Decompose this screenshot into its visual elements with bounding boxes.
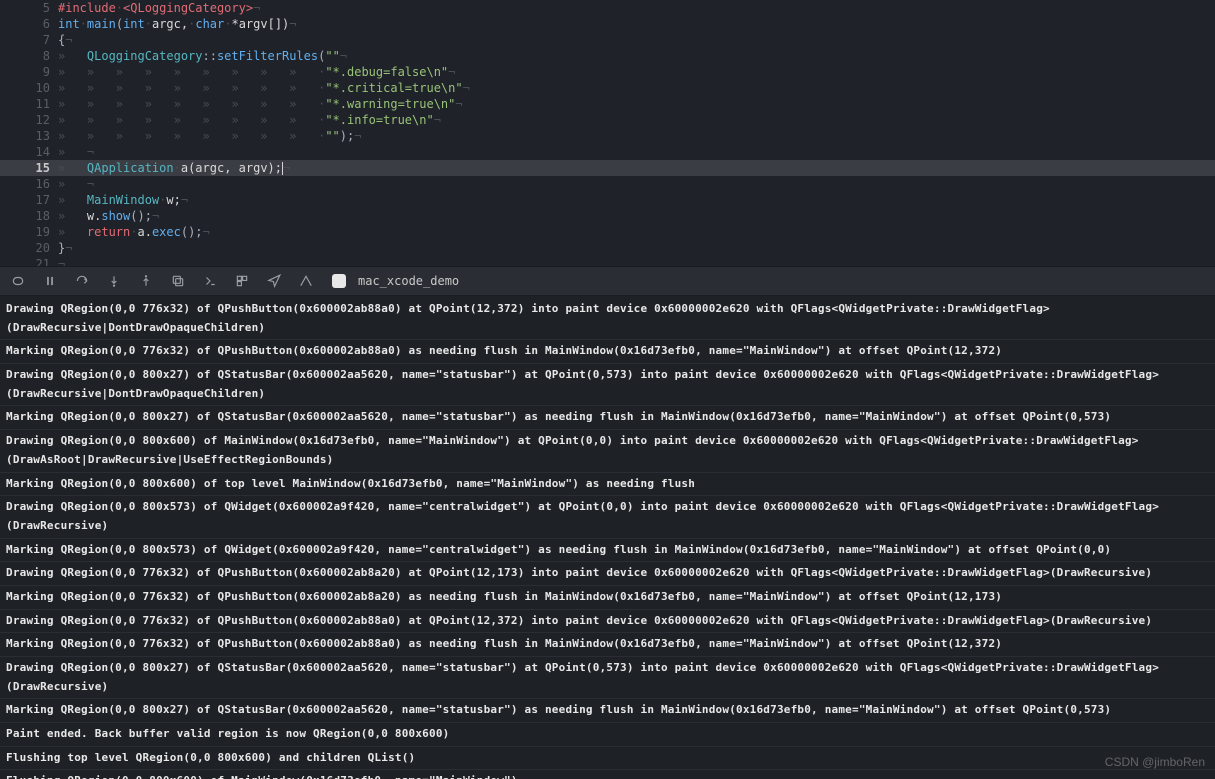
step-into-icon[interactable] <box>104 271 124 291</box>
code-content[interactable]: int·main(int·argc,·char·*argv[])¬ <box>58 16 1215 32</box>
console-line: Marking QRegion(0,0 800x573) of QWidget(… <box>0 539 1215 563</box>
code-line[interactable]: 19» return·a.exec();¬ <box>0 224 1215 240</box>
console-line: Marking QRegion(0,0 800x27) of QStatusBa… <box>0 406 1215 430</box>
code-editor[interactable]: 5#include·<QLoggingCategory>¬6int·main(i… <box>0 0 1215 266</box>
toggle-breakpoints-icon[interactable] <box>8 271 28 291</box>
code-content[interactable]: » » » » » » » » » ·"*.info=true\n"¬ <box>58 112 1215 128</box>
code-line[interactable]: 20}¬ <box>0 240 1215 256</box>
copy-icon[interactable] <box>168 271 188 291</box>
console-line: Paint ended. Back buffer valid region is… <box>0 723 1215 747</box>
console-line: Drawing QRegion(0,0 776x32) of QPushButt… <box>0 298 1215 340</box>
line-number: 21 <box>0 256 58 266</box>
code-line[interactable]: 17» MainWindow·w;¬ <box>0 192 1215 208</box>
step-out-icon[interactable] <box>136 271 156 291</box>
code-content[interactable]: {¬ <box>58 32 1215 48</box>
line-number: 6 <box>0 16 58 32</box>
code-line[interactable]: 16» ¬ <box>0 176 1215 192</box>
console-line: Flushing top level QRegion(0,0 800x600) … <box>0 747 1215 771</box>
code-line[interactable]: 14» ¬ <box>0 144 1215 160</box>
code-content[interactable]: }¬ <box>58 240 1215 256</box>
console-line: Drawing QRegion(0,0 800x573) of QWidget(… <box>0 496 1215 538</box>
console-line: Drawing QRegion(0,0 776x32) of QPushButt… <box>0 562 1215 586</box>
code-line[interactable]: 13» » » » » » » » » ·"");¬ <box>0 128 1215 144</box>
code-content[interactable]: » w.show();¬ <box>58 208 1215 224</box>
code-content[interactable]: ¬ <box>58 256 1215 266</box>
line-number: 18 <box>0 208 58 224</box>
line-number: 11 <box>0 96 58 112</box>
line-number: 12 <box>0 112 58 128</box>
console-line: Drawing QRegion(0,0 800x27) of QStatusBa… <box>0 657 1215 699</box>
target-app-label[interactable]: mac_xcode_demo <box>358 274 459 288</box>
line-number: 10 <box>0 80 58 96</box>
debug-toolbar: mac_xcode_demo <box>0 266 1215 296</box>
code-line[interactable]: 10» » » » » » » » » ·"*.critical=true\n"… <box>0 80 1215 96</box>
console-line: Marking QRegion(0,0 800x600) of top leve… <box>0 473 1215 497</box>
code-line[interactable]: 15» QApplication·a(argc, argv);¬ <box>0 160 1215 176</box>
code-line[interactable]: 11» » » » » » » » » ·"*.warning=true\n"¬ <box>0 96 1215 112</box>
location-icon[interactable] <box>264 271 284 291</box>
console-line: Marking QRegion(0,0 776x32) of QPushButt… <box>0 633 1215 657</box>
code-content[interactable]: » QApplication·a(argc, argv);¬ <box>58 160 1215 176</box>
code-line[interactable]: 18» w.show();¬ <box>0 208 1215 224</box>
target-app-icon[interactable] <box>332 274 346 288</box>
line-number: 20 <box>0 240 58 256</box>
line-number: 13 <box>0 128 58 144</box>
console-line: Marking QRegion(0,0 800x27) of QStatusBa… <box>0 699 1215 723</box>
pause-icon[interactable] <box>40 271 60 291</box>
console-line: Marking QRegion(0,0 776x32) of QPushButt… <box>0 586 1215 610</box>
code-line[interactable]: 12» » » » » » » » » ·"*.info=true\n"¬ <box>0 112 1215 128</box>
code-content[interactable]: » MainWindow·w;¬ <box>58 192 1215 208</box>
code-content[interactable]: » ¬ <box>58 144 1215 160</box>
console-line: Flushing QRegion(0,0 800x600) of MainWin… <box>0 770 1215 779</box>
console-line: Drawing QRegion(0,0 800x600) of MainWind… <box>0 430 1215 472</box>
line-number: 14 <box>0 144 58 160</box>
code-line[interactable]: 6int·main(int·argc,·char·*argv[])¬ <box>0 16 1215 32</box>
code-line[interactable]: 21¬ <box>0 256 1215 266</box>
line-number: 17 <box>0 192 58 208</box>
code-content[interactable]: » ¬ <box>58 176 1215 192</box>
code-content[interactable]: » QLoggingCategory::setFilterRules(""¬ <box>58 48 1215 64</box>
debug-console-icon[interactable] <box>200 271 220 291</box>
hierarchy-icon[interactable] <box>296 271 316 291</box>
line-number: 9 <box>0 64 58 80</box>
code-line[interactable]: 8» QLoggingCategory::setFilterRules(""¬ <box>0 48 1215 64</box>
code-content[interactable]: » return·a.exec();¬ <box>58 224 1215 240</box>
line-number: 8 <box>0 48 58 64</box>
console-line: Drawing QRegion(0,0 800x27) of QStatusBa… <box>0 364 1215 406</box>
code-content[interactable]: » » » » » » » » » ·"*.critical=true\n"¬ <box>58 80 1215 96</box>
step-over-icon[interactable] <box>72 271 92 291</box>
line-number: 15 <box>0 160 58 176</box>
line-number: 19 <box>0 224 58 240</box>
console-line: Drawing QRegion(0,0 776x32) of QPushButt… <box>0 610 1215 634</box>
code-content[interactable]: #include·<QLoggingCategory>¬ <box>58 0 1215 16</box>
line-number: 16 <box>0 176 58 192</box>
line-number: 5 <box>0 0 58 16</box>
code-line[interactable]: 9» » » » » » » » » ·"*.debug=false\n"¬ <box>0 64 1215 80</box>
code-content[interactable]: » » » » » » » » » ·"*.debug=false\n"¬ <box>58 64 1215 80</box>
debug-console[interactable]: Drawing QRegion(0,0 776x32) of QPushButt… <box>0 296 1215 779</box>
code-line[interactable]: 7{¬ <box>0 32 1215 48</box>
code-content[interactable]: » » » » » » » » » ·"");¬ <box>58 128 1215 144</box>
code-line[interactable]: 5#include·<QLoggingCategory>¬ <box>0 0 1215 16</box>
code-content[interactable]: » » » » » » » » » ·"*.warning=true\n"¬ <box>58 96 1215 112</box>
watermark: CSDN @jimboRen <box>1105 755 1205 769</box>
console-line: Marking QRegion(0,0 776x32) of QPushButt… <box>0 340 1215 364</box>
line-number: 7 <box>0 32 58 48</box>
view-memory-icon[interactable] <box>232 271 252 291</box>
